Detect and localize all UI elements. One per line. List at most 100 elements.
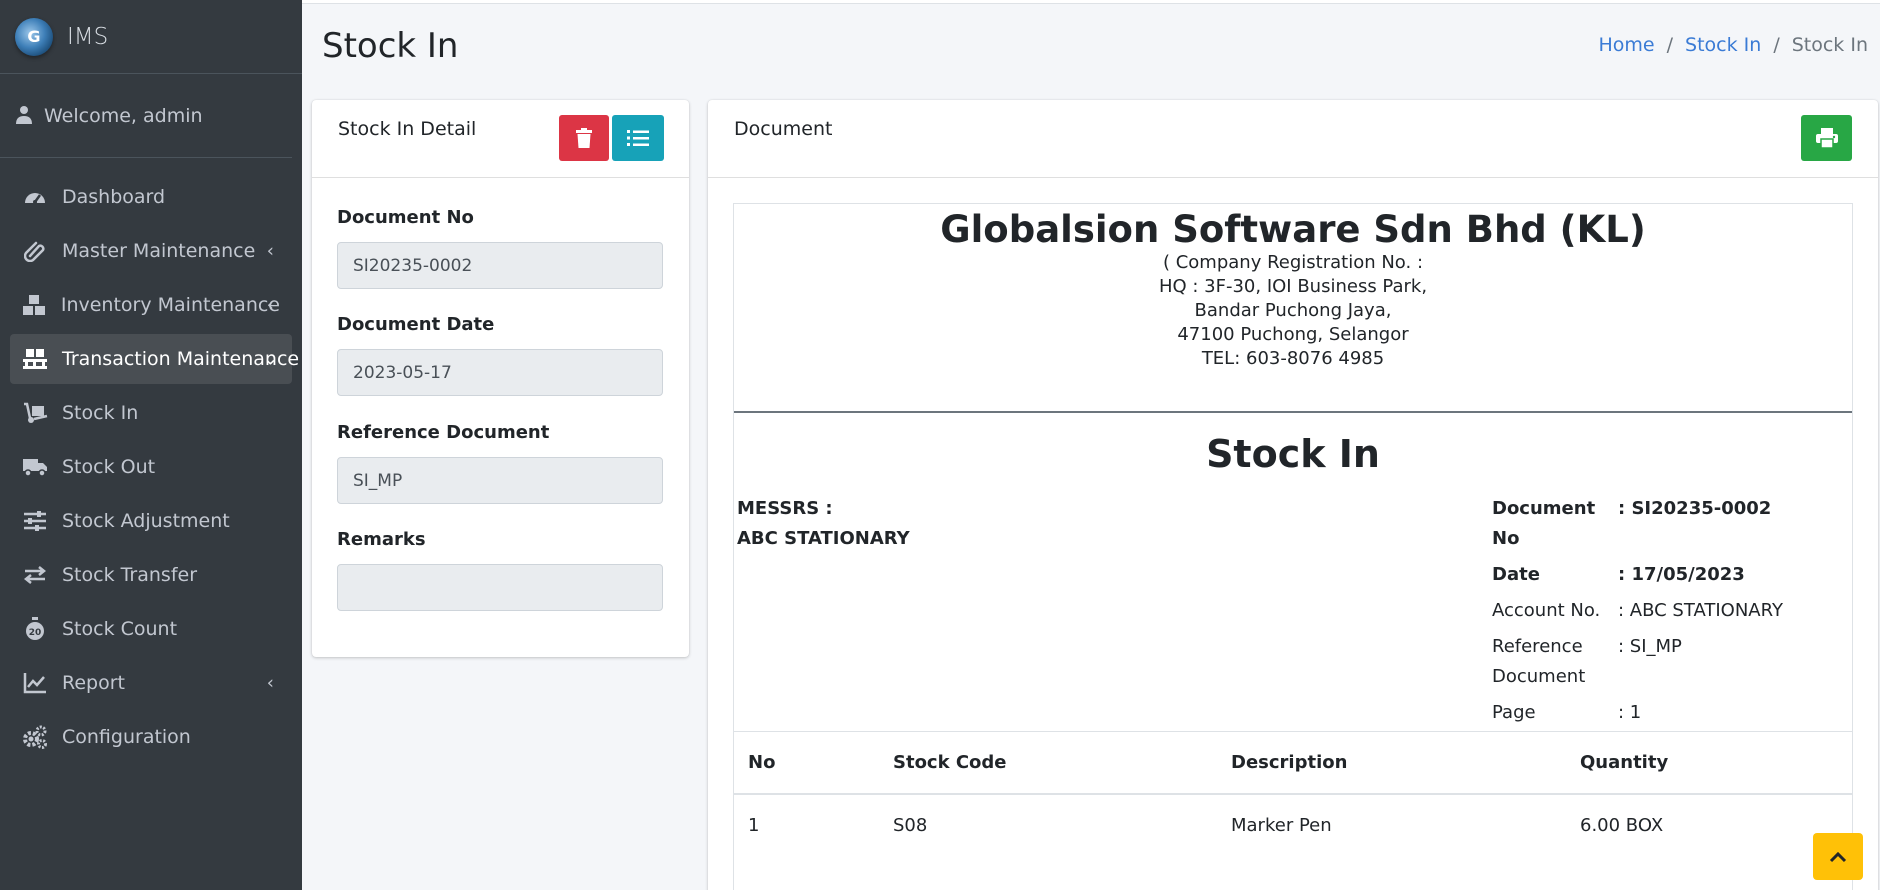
- document-no-field[interactable]: [337, 242, 663, 289]
- chevron-left-icon: ‹: [266, 672, 274, 694]
- card-title: Document: [734, 118, 833, 140]
- sidebar-item-stock-count[interactable]: 20 Stock Count: [10, 604, 292, 654]
- meta-key: Page: [1492, 702, 1536, 723]
- remarks-field[interactable]: [337, 564, 663, 611]
- chevron-up-icon: [1829, 851, 1847, 862]
- printed-document: Globalsion Software Sdn Bhd (KL) ( Compa…: [733, 203, 1853, 890]
- meta-key: Document No: [1492, 498, 1596, 549]
- breadcrumb-stock-in-link[interactable]: Stock In: [1685, 34, 1761, 56]
- card-header: Document: [708, 100, 1878, 178]
- sidebar-item-report[interactable]: Report ‹: [10, 658, 292, 708]
- paperclip-icon: [22, 240, 48, 262]
- document-date-label: Document Date: [337, 314, 495, 335]
- sidebar-item-label: Dashboard: [62, 186, 166, 208]
- reference-document-field[interactable]: [337, 457, 663, 504]
- meta-row: Date : 17/05/2023: [1492, 560, 1792, 590]
- meta-value: : ABC STATIONARY: [1618, 600, 1783, 621]
- messrs-block: MESSRS : ABC STATIONARY: [737, 494, 910, 554]
- document-date-field[interactable]: [337, 349, 663, 396]
- sidebar-item-configuration[interactable]: Configuration: [10, 712, 292, 762]
- tachometer-icon: [22, 186, 48, 208]
- sidebar-item-stock-in[interactable]: Stock In: [10, 388, 292, 438]
- sidebar-item-master-maintenance[interactable]: Master Maintenance ‹: [10, 226, 292, 276]
- sliders-icon: [22, 510, 48, 532]
- card-title: Stock In Detail: [338, 118, 477, 140]
- messrs-label: MESSRS :: [737, 498, 833, 519]
- brand-logo-icon: G: [15, 17, 53, 56]
- trash-icon: [576, 128, 592, 148]
- breadcrumb-separator: /: [1773, 34, 1780, 56]
- sidebar-nav: Dashboard Master Maintenance ‹ Inventory…: [0, 158, 302, 762]
- meta-value: : SI20235-0002: [1618, 498, 1772, 519]
- meta-key: Account No.: [1492, 600, 1601, 621]
- meta-value: : SI_MP: [1618, 636, 1682, 657]
- document-heading: Stock In: [1206, 432, 1380, 476]
- cell-quantity: 6.00 BOX: [1580, 814, 1664, 836]
- meta-row: Account No. : ABC STATIONARY: [1492, 596, 1792, 626]
- sidebar-item-label: Stock Adjustment: [62, 510, 230, 532]
- sidebar-item-label: Report: [62, 672, 125, 694]
- breadcrumb: Home / Stock In / Stock In: [1599, 34, 1868, 56]
- sidebar-item-label: Stock Count: [62, 618, 178, 640]
- company-name: Globalsion Software Sdn Bhd (KL): [940, 208, 1646, 251]
- chevron-down-icon: ⌄: [262, 348, 278, 370]
- cell-description: Marker Pen: [1231, 814, 1332, 836]
- list-button[interactable]: [612, 115, 664, 161]
- company-tel: TEL: 603-8076 4985: [1201, 348, 1385, 369]
- brand-name: IMS: [67, 23, 109, 50]
- chart-line-icon: [22, 672, 48, 694]
- dolly-icon: [22, 402, 48, 424]
- sidebar-item-label: Master Maintenance: [62, 240, 256, 262]
- sidebar-item-label: Configuration: [62, 726, 191, 748]
- chevron-left-icon: ‹: [266, 294, 274, 316]
- user-icon: [14, 105, 34, 127]
- sidebar-item-inventory-maintenance[interactable]: Inventory Maintenance ‹: [10, 280, 292, 330]
- company-registration: ( Company Registration No. :: [1162, 252, 1424, 273]
- card-header: Stock In Detail: [312, 100, 689, 178]
- column-header-no: No: [734, 731, 879, 795]
- remarks-label: Remarks: [337, 529, 426, 550]
- sidebar-item-label: Stock Out: [62, 456, 156, 478]
- column-header-stock-code: Stock Code: [879, 731, 1217, 795]
- column-header-quantity: Quantity: [1566, 731, 1852, 795]
- meta-row: Document No : SI20235-0002: [1492, 494, 1792, 554]
- list-ol-icon: [627, 130, 649, 146]
- page-title: Stock In: [322, 26, 459, 66]
- sidebar-item-stock-transfer[interactable]: Stock Transfer: [10, 550, 292, 600]
- sidebar-item-stock-adjustment[interactable]: Stock Adjustment: [10, 496, 292, 546]
- sidebar-item-stock-out[interactable]: Stock Out: [10, 442, 292, 492]
- reference-document-label: Reference Document: [337, 422, 550, 443]
- sidebar-item-dashboard[interactable]: Dashboard: [10, 172, 292, 222]
- messrs-value: ABC STATIONARY: [737, 528, 910, 549]
- table-row: 1 S08 Marker Pen 6.00 BOX: [734, 794, 1852, 856]
- breadcrumb-home-link[interactable]: Home: [1599, 34, 1655, 56]
- truck-icon: [22, 456, 48, 478]
- print-icon: [1815, 128, 1838, 148]
- items-table: No Stock Code Description Quantity 1 S08…: [734, 731, 1852, 856]
- company-header: Globalsion Software Sdn Bhd (KL) ( Compa…: [734, 208, 1852, 371]
- breadcrumb-current: Stock In: [1791, 34, 1868, 56]
- top-navbar: [302, 0, 1880, 4]
- welcome-text: Welcome, admin: [44, 104, 203, 127]
- sidebar-item-transaction-maintenance[interactable]: Transaction Maintenance ⌄: [10, 334, 299, 384]
- stock-in-detail-card: Stock In Detail Document No Document Dat…: [312, 100, 689, 657]
- table-header-row: No Stock Code Description Quantity: [734, 731, 1852, 795]
- chevron-left-icon: ‹: [266, 240, 274, 262]
- delete-button[interactable]: [559, 115, 609, 161]
- pallet-icon: [22, 348, 48, 370]
- company-address-line: Bandar Puchong Jaya,: [1194, 300, 1392, 321]
- stopwatch-icon: 20: [22, 617, 48, 640]
- print-button[interactable]: [1801, 115, 1852, 161]
- column-header-description: Description: [1217, 731, 1566, 795]
- brand-link[interactable]: G IMS: [0, 0, 302, 74]
- scroll-to-top-button[interactable]: [1813, 833, 1863, 880]
- meta-key: Reference Document: [1492, 636, 1586, 687]
- meta-key: Date: [1492, 564, 1540, 585]
- sidebar: G IMS Welcome, admin Dashboard Master Ma…: [0, 0, 302, 890]
- cell-stock-code: S08: [893, 814, 928, 836]
- meta-row: Page : 1: [1492, 698, 1792, 728]
- exchange-icon: [22, 564, 48, 586]
- user-panel: Welcome, admin: [0, 74, 292, 158]
- company-address-line: 47100 Puchong, Selangor: [1177, 324, 1409, 345]
- boxes-icon: [22, 294, 47, 316]
